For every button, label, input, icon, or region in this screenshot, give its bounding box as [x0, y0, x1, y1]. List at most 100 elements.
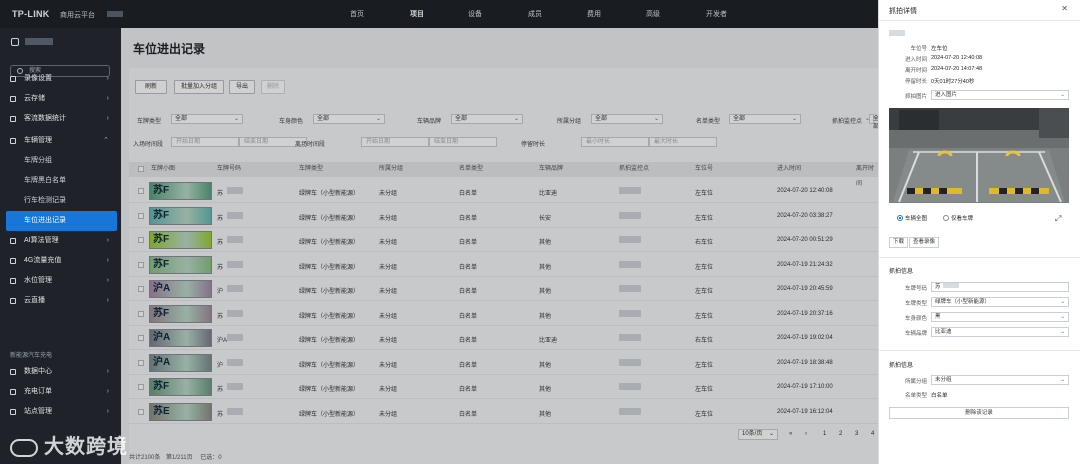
menu-icon — [10, 369, 16, 375]
capture-select-1[interactable]: 绿牌车（小型新能源） ⌄ — [931, 297, 1069, 307]
capture-label-0: 车牌号码 — [904, 286, 927, 292]
view-recording-button[interactable]: 查看录像 — [909, 237, 940, 248]
menu-icon — [10, 76, 16, 82]
chevron-right-icon: › — [106, 75, 109, 82]
photo-select-value: 进入图片 — [935, 92, 958, 98]
capture-select-value: 绿牌车（小型新能源） — [935, 299, 991, 305]
sidebar-item-label: AI算法管理 — [24, 237, 59, 244]
project-name[interactable] — [25, 38, 53, 45]
watermark-logo-icon — [10, 438, 38, 457]
sidebar-item-6[interactable]: 行车检测记录 — [0, 191, 121, 211]
chevron-down-icon: ⌄ — [1060, 377, 1065, 383]
sidebar: 搜索 › 录像设置 › 云存储 › 客流数据统计 ⌃ 车辆管理 车牌分组 车牌黑白名单 行车检测记录… — [0, 28, 121, 464]
sidebar-item-label: 充电订单 — [24, 388, 52, 395]
sidebar-ev-item-0[interactable]: › 数据中心 — [0, 362, 121, 382]
menu-icon — [10, 116, 16, 122]
sidebar-item-5[interactable]: 车牌黑白名单 — [0, 171, 121, 191]
capture-info-title-2: 抓拍信息 — [889, 363, 914, 369]
sidebar-ev-item-2[interactable]: › 站点管理 — [0, 402, 121, 422]
watermark: 大数跨境 — [10, 430, 128, 459]
group-select-value: 未分组 — [935, 377, 952, 383]
chevron-right-icon: › — [106, 297, 109, 304]
chevron-down-icon: ⌄ — [1060, 299, 1065, 305]
chevron-up-icon: ⌃ — [103, 137, 109, 144]
menu-icon — [10, 409, 16, 415]
radio-full-vehicle-label: 车辆全图 — [905, 216, 928, 222]
header-backdrop — [0, 0, 878, 28]
radio-plate-only-label: 仅看车牌 — [951, 216, 974, 222]
sidebar-item-2[interactable]: › 客流数据统计 — [0, 109, 121, 129]
delete-record-button[interactable]: 删除该记录 — [889, 407, 1069, 419]
menu-icon — [10, 278, 16, 284]
chevron-down-icon: ⌄ — [1060, 92, 1065, 98]
fullscreen-icon[interactable]: ⤢ — [1055, 214, 1061, 224]
info-label-2: 离开时间 — [904, 68, 927, 74]
sidebar-item-1[interactable]: › 云存储 — [0, 89, 121, 109]
sidebar-item-label: 数据中心 — [24, 368, 52, 375]
sidebar-item-7[interactable]: 车位进出记录 — [6, 211, 117, 231]
sidebar-item-label: 录像设置 — [24, 75, 52, 82]
close-icon[interactable]: ✕ — [1061, 4, 1068, 13]
divider — [879, 20, 1080, 21]
plate-number-hidden — [889, 30, 905, 36]
sidebar-item-11[interactable]: › 云直播 — [0, 291, 121, 311]
photo-label: 抓拍图片 — [904, 94, 927, 100]
photo-select[interactable]: 进入图片 ⌄ — [931, 90, 1069, 100]
capture-select-2[interactable]: 黑 ⌄ — [931, 312, 1069, 322]
sidebar-item-label: 客流数据统计 — [24, 115, 66, 122]
sidebar-item-10[interactable]: › 水位管理 — [0, 271, 121, 291]
info-value-0: 左车位 — [931, 46, 948, 52]
sidebar-item-0[interactable]: › 录像设置 — [0, 69, 121, 89]
sidebar-item-label: 云直播 — [24, 297, 45, 304]
sidebar-item-label: 车辆管理 — [24, 137, 52, 144]
parking-lot-photo — [889, 108, 1069, 203]
plate-number-mask — [942, 283, 959, 288]
sidebar-item-9[interactable]: › 4G流量充值 — [0, 251, 121, 271]
watermark-text: 大数跨境 — [44, 436, 128, 458]
sidebar-item-label: 车位进出记录 — [24, 217, 66, 224]
capture-select-value: 比亚迪 — [935, 329, 952, 335]
capture-select-3[interactable]: 比亚迪 ⌄ — [931, 327, 1069, 337]
radio-checked-icon — [897, 215, 903, 221]
chevron-down-icon: ⌄ — [1060, 314, 1065, 320]
capture-label-2: 车身颜色 — [904, 316, 927, 322]
group-label: 所属分组 — [904, 379, 927, 385]
modal-backdrop[interactable] — [121, 28, 878, 464]
capture-label-3: 车辆品牌 — [904, 331, 927, 337]
chevron-right-icon: › — [106, 95, 109, 102]
sidebar-item-label: 车牌分组 — [24, 157, 52, 164]
sidebar-item-3[interactable]: ⌃ 车辆管理 — [0, 131, 121, 151]
sidebar-item-8[interactable]: › AI算法管理 — [0, 231, 121, 251]
menu-icon — [10, 138, 16, 144]
sidebar-ev-item-1[interactable]: › 充电订单 — [0, 382, 121, 402]
radio-unchecked-icon — [943, 215, 949, 221]
plate-number-input[interactable]: 苏 — [931, 282, 1069, 292]
info-label-3: 停留时长 — [904, 79, 927, 85]
sidebar-item-4[interactable]: 车牌分组 — [0, 151, 121, 171]
radio-plate-only[interactable]: 仅看车牌 — [943, 214, 973, 222]
chevron-right-icon: › — [106, 115, 109, 122]
plate-number-value: 苏 — [935, 284, 941, 290]
capture-detail-drawer: 抓拍详情 ✕ 车位号 左车位 进入时间 2024-07-20 12:40:08 离开时间… — [878, 0, 1080, 464]
sidebar-section-ev: 新能源汽车充电 — [10, 353, 53, 359]
sidebar-item-label: 行车检测记录 — [24, 197, 66, 204]
list-type-value: 白名单 — [931, 393, 948, 399]
snapshot-image — [889, 108, 1069, 203]
menu-icon — [10, 298, 16, 304]
project-icon — [11, 38, 19, 46]
chevron-right-icon: › — [106, 408, 109, 415]
group-select[interactable]: 未分组 ⌄ — [931, 375, 1069, 385]
download-button[interactable]: 下载 — [889, 237, 909, 248]
list-type-label: 名单类型 — [904, 393, 927, 399]
sidebar-item-label: 水位管理 — [24, 277, 52, 284]
info-value-2: 2024-07-20 14:07:48 — [931, 66, 983, 72]
menu-icon — [10, 238, 16, 244]
info-label-0: 车位号 — [910, 46, 927, 52]
capture-select-value: 黑 — [935, 314, 941, 320]
info-value-1: 2024-07-20 12:40:08 — [931, 55, 983, 61]
radio-full-vehicle[interactable]: 车辆全图 — [897, 214, 927, 222]
sidebar-item-label: 站点管理 — [24, 408, 52, 415]
info-value-3: 0天01时27分40秒 — [931, 79, 975, 85]
menu-icon — [10, 258, 16, 264]
divider — [879, 257, 1080, 258]
